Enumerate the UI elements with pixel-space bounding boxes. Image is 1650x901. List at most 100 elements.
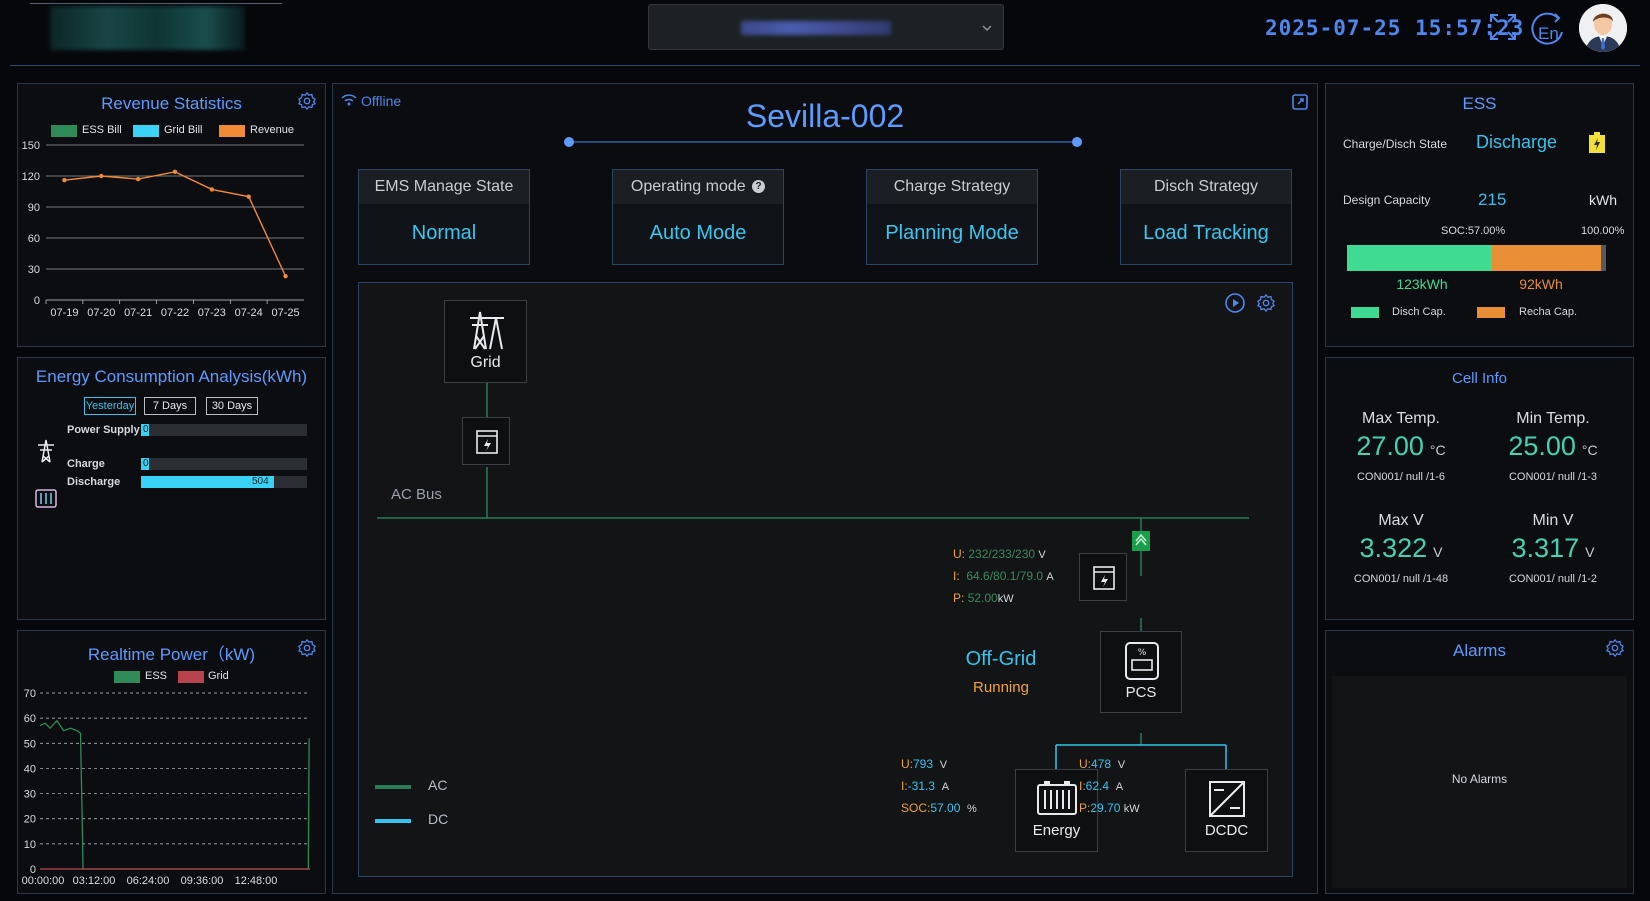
legend-swatch-grid [178, 671, 204, 683]
y-tick-label: 90 [28, 202, 40, 214]
soc-label: SOC:57.00% [1441, 225, 1506, 237]
discharge-label: Discharge [67, 476, 121, 488]
x-tick-label: 07-24 [235, 307, 263, 319]
legend-ess-bill: ESS Bill [82, 124, 122, 136]
battery-i-unit: A [941, 781, 950, 793]
y-tick-label: 20 [24, 814, 36, 826]
tab-7-days[interactable]: 7 Days [144, 397, 196, 415]
grid-meter-node[interactable] [462, 417, 510, 465]
max-temp-reading: 27.00 °C [1326, 431, 1476, 462]
revenue-line-chart: 0 30 60 90 120 150 07-19 07-20 07-21 07-22 07-23 07… [22, 140, 304, 319]
battery-i-value: -31.3 [907, 779, 936, 793]
site-selector-value [741, 21, 891, 35]
meter-p-unit: kW [997, 593, 1014, 605]
legend-ac-line [375, 785, 411, 789]
language-switch[interactable]: En [1528, 10, 1566, 46]
recha-cap-value: 92kWh [1519, 276, 1563, 292]
alarms-settings-gear-icon[interactable] [1606, 639, 1624, 657]
legend-disch-cap: Disch Cap. [1392, 306, 1446, 318]
charge-bar: 0 [141, 458, 307, 470]
legend-revenue: Revenue [250, 124, 295, 136]
max-v-location: CON001/ null /1-48 [1353, 573, 1449, 585]
soc-bar-recha [1492, 245, 1601, 271]
fullscreen-icon[interactable] [1488, 12, 1518, 42]
battery-u-value: 793 [913, 757, 934, 771]
dcdc-readings: U:478 V I:62.4 A P:29.70 kW [1079, 754, 1140, 820]
ems-manage-state-value: Normal [411, 222, 477, 244]
site-selector[interactable] [648, 4, 1004, 50]
max-v-label: Max V [1378, 512, 1424, 529]
x-tick-label: 07-20 [87, 307, 115, 319]
ess-state-value: Discharge [1476, 132, 1558, 152]
battery-pack-icon [35, 489, 57, 508]
cell-info-panel: Cell Info Max Temp. 27.00 °C CON001/ null… [1325, 357, 1634, 620]
help-icon[interactable]: ? [752, 180, 766, 193]
meter-i-value: 64.6/80.1/79.0 [966, 569, 1044, 583]
power-supply-label: Power Supply [67, 424, 140, 436]
min-v-reading: 3.317 V [1478, 533, 1628, 564]
dcdc-u-unit: V [1117, 759, 1126, 771]
y-tick-label: 60 [28, 233, 40, 245]
min-temp-label: Min Temp. [1516, 410, 1590, 427]
battery-soc-value: 57.00 [930, 801, 961, 815]
min-v-value: 3.317 [1511, 533, 1580, 563]
dc-converter-icon [1209, 781, 1245, 817]
y-tick-label: 150 [22, 140, 40, 152]
pcs-meter-node[interactable] [1079, 553, 1127, 601]
min-temp-value: 25.00 [1508, 431, 1576, 461]
dcdc-node[interactable]: DCDC [1185, 769, 1268, 852]
electric-meter-icon [1093, 566, 1115, 590]
battery-rack-icon [1037, 781, 1077, 815]
discharge-bar: 504 [141, 476, 307, 488]
legend-recha-cap: Recha Cap. [1519, 306, 1578, 318]
legend-dc: DC [428, 811, 449, 827]
dcdc-p-value: 29.70 [1090, 801, 1121, 815]
legend-ac: AC [428, 777, 448, 793]
grid-node[interactable]: Grid [444, 300, 527, 383]
ems-manage-state-label: EMS Manage State [359, 170, 529, 204]
soc-max-label: 100.00% [1581, 225, 1625, 237]
battery-u-label: U: [901, 757, 913, 771]
revenue-point [135, 176, 141, 182]
max-v-value: 3.322 [1359, 533, 1428, 563]
legend-swatch-grid-bill [133, 125, 159, 137]
ess-title: ESS [1462, 94, 1497, 113]
transmission-tower-icon [38, 439, 54, 463]
x-tick-label: 07-23 [198, 307, 226, 319]
legend-swatch-ess-bill [51, 125, 77, 137]
grid-mode: Off-Grid [965, 648, 1037, 670]
header-divider [10, 65, 1640, 66]
energy-title: Energy Consumption Analysis(kWh) [35, 367, 308, 386]
tab-30-days[interactable]: 30 Days [206, 397, 258, 415]
meter-u-label: U: [953, 547, 965, 561]
company-logo [50, 6, 245, 50]
revenue-settings-gear-icon[interactable] [298, 92, 316, 110]
tab-yesterday[interactable]: Yesterday [84, 397, 136, 415]
y-tick-label: 30 [28, 264, 40, 276]
x-tick-label: 00:00:00 [22, 875, 65, 887]
revenue-point [209, 187, 215, 192]
pcs-node[interactable]: % PCS [1100, 631, 1182, 713]
realtime-power-chart: 01020304050607000:00:00 03:12:00 06:24:00 0… [22, 688, 310, 887]
user-avatar[interactable] [1579, 4, 1627, 52]
disch-strategy-card: Disch Strategy Load Tracking [1120, 169, 1292, 265]
svg-text:%: % [1138, 648, 1147, 658]
legend-swatch-recha [1477, 307, 1505, 318]
realtime-settings-gear-icon[interactable] [298, 639, 316, 657]
meter-p-value: 52.00 [967, 591, 998, 605]
max-temp-value: 27.00 [1356, 431, 1424, 461]
revenue-point [246, 194, 251, 199]
y-tick-label: 60 [24, 713, 36, 725]
design-capacity-unit: kWh [1589, 192, 1617, 208]
language-label: En [1538, 24, 1559, 43]
y-tick-label: 70 [24, 688, 36, 700]
max-temp-unit: °C [1429, 442, 1446, 458]
topology-diagram: Grid AC Bus U: 232/233/230 V I: 64.6/80.… [358, 282, 1293, 877]
site-overview-panel: Offline Sevilla-002 EMS Manage State Nor… [332, 83, 1318, 894]
chevron-down-icon [982, 25, 992, 32]
max-v-reading: 3.322 V [1326, 533, 1476, 564]
dcdc-i-unit: A [1115, 781, 1124, 793]
revenue-title: Revenue Statistics [101, 94, 242, 113]
charge-strategy-card: Charge Strategy Planning Mode [866, 169, 1038, 265]
disch-cap-value: 123kWh [1396, 276, 1448, 292]
